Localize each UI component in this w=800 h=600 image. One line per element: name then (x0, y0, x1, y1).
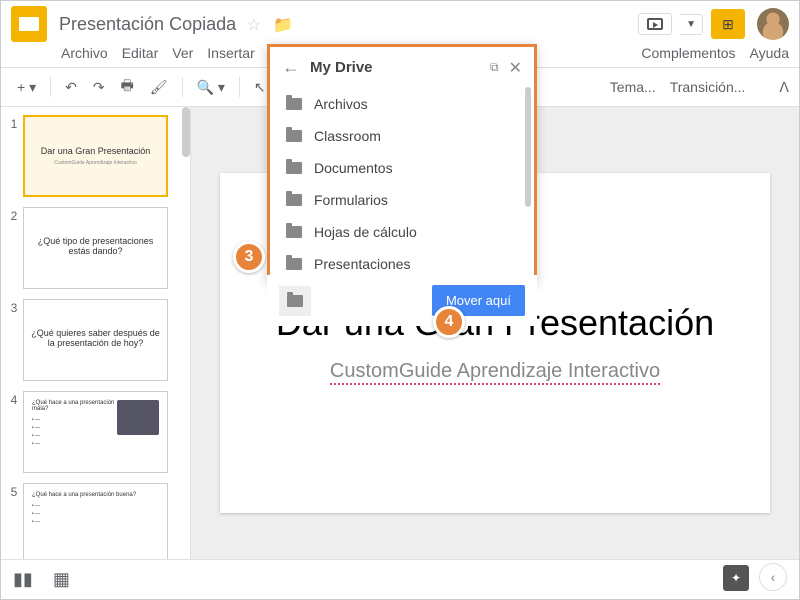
theme-button[interactable]: Tema... (610, 79, 656, 96)
star-icon[interactable]: ☆ (247, 17, 261, 34)
menu-ver[interactable]: Ver (172, 45, 193, 61)
back-icon[interactable]: ← (282, 57, 300, 78)
thumbnail-image (117, 400, 159, 435)
slide-number: 2 (5, 207, 23, 289)
undo-button[interactable]: ↶ (59, 75, 83, 100)
folder-item[interactable]: Formularios (270, 184, 534, 216)
document-title[interactable]: Presentación Copiada (59, 14, 236, 34)
slide-thumbnail-1[interactable]: Dar una Gran Presentación CustomGuide Ap… (23, 115, 168, 197)
slide-thumbnail-3[interactable]: ¿Qué quieres saber después de la present… (23, 299, 168, 381)
slide-thumbnail-2[interactable]: ¿Qué tipo de presentaciones estás dando? (23, 207, 168, 289)
menu-archivo[interactable]: Archivo (61, 45, 108, 61)
sidebar-scrollbar[interactable] (182, 107, 190, 157)
share-button[interactable]: ⊞ (711, 9, 745, 39)
menu-ayuda[interactable]: Ayuda (750, 45, 789, 61)
slide-panel: 1 Dar una Gran Presentación CustomGuide … (1, 107, 191, 579)
redo-button[interactable]: ↷ (87, 75, 111, 100)
folder-item[interactable]: Documentos (270, 152, 534, 184)
present-button[interactable] (638, 13, 672, 35)
prev-button[interactable]: ‹ (759, 563, 787, 591)
folder-icon (286, 130, 302, 142)
present-dropdown[interactable]: ▼ (680, 14, 703, 35)
folder-icon (286, 194, 302, 206)
present-icon (647, 18, 663, 30)
folder-item[interactable]: Archivos (270, 88, 534, 120)
slide-number: 3 (5, 299, 23, 381)
bottom-bar: ▮▮ ▦ (1, 559, 799, 599)
slide-number: 1 (5, 115, 23, 197)
new-slide-button[interactable]: + ▾ (11, 75, 42, 100)
folder-icon (286, 98, 302, 110)
callout-4: 4 (433, 306, 465, 338)
grid-view-icon[interactable]: ▦ (53, 569, 70, 590)
open-in-new-icon[interactable]: ⧉ (490, 60, 499, 75)
folder-item[interactable]: Classroom (270, 120, 534, 152)
transition-button[interactable]: Transición... (670, 79, 746, 96)
print-button[interactable]: 🖶 (115, 71, 140, 103)
slide-subtitle[interactable]: CustomGuide Aprendizaje Interactivo (330, 360, 660, 385)
filmstrip-view-icon[interactable]: ▮▮ (13, 569, 33, 590)
dialog-title: My Drive (310, 59, 480, 76)
folder-icon (286, 258, 302, 270)
slide-thumbnail-4[interactable]: ¿Qué hace a una presentación mala? • —• … (23, 391, 168, 473)
slides-logo[interactable] (11, 6, 47, 42)
folder-item[interactable]: Hojas de cálculo (270, 216, 534, 248)
callout-3: 3 (233, 241, 265, 273)
paint-format-button[interactable]: 🖌 (144, 75, 174, 100)
move-folder-icon[interactable]: 📁 (273, 17, 293, 34)
slide-number: 5 (5, 483, 23, 565)
zoom-button[interactable]: 🔍 ▾ (191, 75, 231, 100)
explore-button[interactable]: ✦ (723, 565, 749, 591)
folder-icon (286, 162, 302, 174)
menu-editar[interactable]: Editar (122, 45, 159, 61)
dialog-scrollbar[interactable] (525, 87, 531, 207)
new-folder-button[interactable] (279, 286, 311, 316)
folder-plus-icon (287, 295, 303, 307)
move-to-dialog: ← My Drive ⧉ ✕ Archivos Classroom Docume… (267, 44, 537, 283)
slide-number: 4 (5, 391, 23, 473)
menu-complementos[interactable]: Complementos (641, 45, 735, 61)
menu-insertar[interactable]: Insertar (207, 45, 254, 61)
folder-list: Archivos Classroom Documentos Formulario… (270, 88, 534, 280)
folder-icon (286, 226, 302, 238)
close-icon[interactable]: ✕ (509, 58, 522, 78)
account-avatar[interactable] (757, 8, 789, 40)
slide-thumbnail-5[interactable]: ¿Qué hace a una presentación buena? • —•… (23, 483, 168, 565)
collapse-toolbar-icon[interactable]: ᐱ (779, 79, 789, 96)
